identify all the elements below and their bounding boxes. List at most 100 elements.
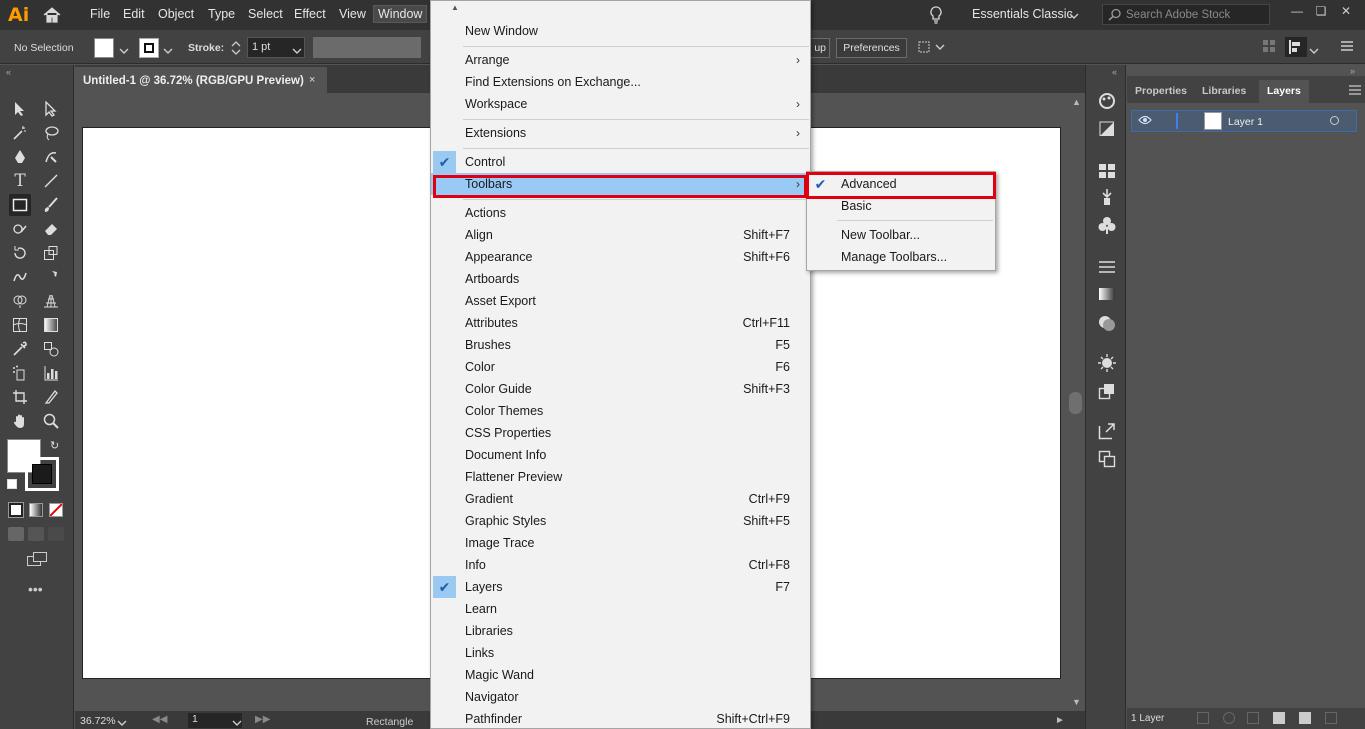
collapse-icon[interactable]: «: [6, 67, 11, 77]
lasso-tool-icon[interactable]: [40, 122, 62, 144]
variable-width-field[interactable]: [313, 37, 421, 58]
tab-layers[interactable]: Layers: [1259, 80, 1309, 103]
chevron-down-icon[interactable]: [119, 44, 129, 58]
chevron-down-icon[interactable]: [1069, 9, 1079, 23]
menu-item-artboards[interactable]: Artboards: [431, 268, 810, 290]
gradient-mode-icon[interactable]: [29, 503, 43, 517]
tab-libraries[interactable]: Libraries: [1202, 85, 1246, 97]
menu-item-actions[interactable]: Actions: [431, 202, 810, 224]
shaper-tool-icon[interactable]: [9, 218, 31, 240]
scale-tool-icon[interactable]: [40, 242, 62, 264]
shape-builder-tool-icon[interactable]: [9, 290, 31, 312]
color-mode-icon[interactable]: [8, 502, 24, 518]
submenu-item-manage-toolbars[interactable]: Manage Toolbars...: [807, 246, 995, 268]
menu-item-control[interactable]: ✔ Control: [431, 151, 810, 173]
workspace-switcher[interactable]: Essentials Classic: [972, 7, 1073, 21]
menu-item-align[interactable]: Align Shift+F7: [431, 224, 810, 246]
menu-item-navigator[interactable]: Navigator: [431, 686, 810, 708]
eye-icon[interactable]: [1138, 114, 1152, 128]
edit-toolbar-icon[interactable]: •••: [28, 581, 43, 597]
panel-menu-icon[interactable]: [1340, 39, 1354, 56]
restore-icon[interactable]: ❏: [1314, 4, 1328, 18]
locate-icon[interactable]: [1223, 712, 1235, 724]
chevron-down-icon[interactable]: [163, 44, 173, 58]
chevron-down-icon[interactable]: [232, 716, 242, 729]
menu-item-extensions[interactable]: Extensions ›: [431, 122, 810, 144]
menu-item-workspace[interactable]: Workspace ›: [431, 93, 810, 115]
first-page-icon[interactable]: ◀◀: [152, 714, 167, 725]
brushes-icon[interactable]: [1097, 187, 1117, 207]
perspective-grid-tool-icon[interactable]: [40, 290, 62, 312]
stroke-spinner-icon[interactable]: [229, 38, 243, 58]
selection-tool-icon[interactable]: [9, 98, 31, 120]
mesh-tool-icon[interactable]: [9, 314, 31, 336]
panel-menu-icon[interactable]: [1349, 84, 1361, 98]
rectangle-tool-icon[interactable]: [9, 194, 31, 216]
rotate-tool-icon[interactable]: [9, 242, 31, 264]
menu-item-graphic-styles[interactable]: Graphic Styles Shift+F5: [431, 510, 810, 532]
paintbrush-tool-icon[interactable]: [40, 194, 62, 216]
menu-item-new-window[interactable]: New Window: [431, 20, 810, 42]
menu-type[interactable]: Type: [208, 7, 235, 21]
hand-tool-icon[interactable]: [9, 410, 31, 432]
transparency-icon[interactable]: [1097, 313, 1117, 333]
tab-properties[interactable]: Properties: [1135, 85, 1187, 97]
type-tool-icon[interactable]: T: [9, 170, 31, 192]
lightbulb-icon[interactable]: [928, 5, 944, 28]
transform-icon[interactable]: [1262, 39, 1276, 56]
menu-window[interactable]: Window: [373, 5, 428, 23]
trash-icon[interactable]: [1325, 712, 1337, 724]
close-icon[interactable]: ×: [309, 74, 315, 86]
clipping-mask-icon[interactable]: [1247, 712, 1259, 724]
preferences-button[interactable]: Preferences: [836, 38, 907, 58]
layer-name[interactable]: Layer 1: [1228, 116, 1263, 128]
artboards-icon[interactable]: [1097, 449, 1117, 469]
puppet-warp-tool-icon[interactable]: [40, 266, 62, 288]
scroll-up-icon[interactable]: ▲: [1072, 97, 1081, 107]
menu-view[interactable]: View: [339, 7, 366, 21]
menu-item-color[interactable]: Color F6: [431, 356, 810, 378]
eraser-tool-icon[interactable]: [40, 218, 62, 240]
blend-tool-icon[interactable]: [40, 338, 62, 360]
screen-mode-icon[interactable]: [26, 551, 48, 570]
default-colors-icon[interactable]: [7, 479, 17, 489]
magic-wand-tool-icon[interactable]: [9, 122, 31, 144]
collapse-icon[interactable]: «: [1112, 67, 1117, 77]
menu-item-appearance[interactable]: Appearance Shift+F6: [431, 246, 810, 268]
menu-item-color-themes[interactable]: Color Themes: [431, 400, 810, 422]
menu-item-arrange[interactable]: Arrange ›: [431, 49, 810, 71]
adobe-stock-search[interactable]: Search Adobe Stock: [1102, 4, 1270, 25]
target-circle-icon[interactable]: [1330, 116, 1339, 125]
chevron-down-icon[interactable]: [117, 716, 127, 729]
menu-select[interactable]: Select: [248, 7, 283, 21]
scroll-up-icon[interactable]: ▲: [451, 3, 459, 12]
stroke-panel-icon[interactable]: [1097, 257, 1117, 277]
new-sublayer-icon[interactable]: [1273, 712, 1285, 724]
swap-colors-icon[interactable]: ↻: [50, 439, 59, 452]
pen-tool-icon[interactable]: [9, 146, 31, 168]
new-layer-icon[interactable]: [1299, 712, 1311, 724]
zoom-tool-icon[interactable]: [40, 410, 62, 432]
artboard-tool-icon[interactable]: [9, 386, 31, 408]
scroll-right-icon[interactable]: ►: [1055, 715, 1065, 726]
scroll-down-icon[interactable]: ▼: [1072, 697, 1081, 707]
zoom-level[interactable]: 36.72%: [80, 715, 116, 727]
line-tool-icon[interactable]: [40, 170, 62, 192]
align-icon[interactable]: [1285, 37, 1307, 57]
color-panel-icon[interactable]: [1097, 91, 1117, 111]
menu-item-gradient[interactable]: Gradient Ctrl+F9: [431, 488, 810, 510]
arrange-icon[interactable]: [916, 38, 946, 59]
menu-item-links[interactable]: Links: [431, 642, 810, 664]
chevron-down-icon[interactable]: [1309, 44, 1319, 58]
curvature-tool-icon[interactable]: [40, 146, 62, 168]
close-icon[interactable]: ✕: [1339, 4, 1353, 18]
graphic-styles-icon[interactable]: [1097, 381, 1117, 401]
chevron-down-icon[interactable]: [292, 44, 302, 58]
menu-file[interactable]: File: [90, 7, 110, 21]
column-graph-tool-icon[interactable]: [40, 362, 62, 384]
menu-item-asset-export[interactable]: Asset Export: [431, 290, 810, 312]
menu-item-libraries[interactable]: Libraries: [431, 620, 810, 642]
menu-object[interactable]: Object: [158, 7, 194, 21]
menu-item-document-info[interactable]: Document Info: [431, 444, 810, 466]
eyedropper-tool-icon[interactable]: [9, 338, 31, 360]
